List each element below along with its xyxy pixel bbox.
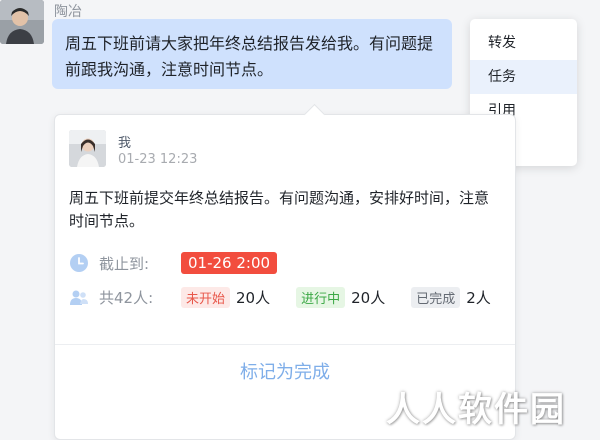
watermark: 人人软件园 <box>386 390 566 430</box>
assignees-row: 共42人: 未开始 20人 进行中 20人 已完成 2人 <box>69 287 491 308</box>
sender-name: 陶冶 <box>54 4 82 20</box>
task-creator-name: 我 <box>118 136 132 151</box>
deadline-row: 截止到: 01-26 2:00 <box>69 252 278 274</box>
task-timestamp: 01-23 12:23 <box>118 152 198 167</box>
status-completed[interactable]: 已完成 <box>411 287 461 308</box>
status-in-progress[interactable]: 进行中 <box>296 287 346 308</box>
menu-item-task[interactable]: 任务 <box>470 60 577 94</box>
count-not-started: 20人 <box>236 289 271 307</box>
status-not-started[interactable]: 未开始 <box>181 287 231 308</box>
assignees-label: 共42人: <box>99 289 154 307</box>
task-creator-avatar[interactable] <box>69 130 106 167</box>
count-completed: 2人 <box>466 289 491 307</box>
clock-icon <box>69 253 89 273</box>
sender-avatar[interactable] <box>0 0 44 44</box>
message-text: 周五下班前请大家把年终总结报告发给我。有问题提前跟我沟通，注意时间节点。 <box>65 34 434 79</box>
message-bubble[interactable]: 周五下班前请大家把年终总结报告发给我。有问题提前跟我沟通，注意时间节点。 <box>52 19 452 89</box>
card-pointer-arrow <box>303 103 326 126</box>
people-icon <box>69 288 89 308</box>
count-in-progress: 20人 <box>351 289 386 307</box>
menu-item-forward[interactable]: 转发 <box>470 26 577 60</box>
deadline-badge[interactable]: 01-26 2:00 <box>181 252 278 274</box>
task-description: 周五下班前提交年终总结报告。有问题沟通，安排好时间，注意时间节点。 <box>69 189 490 230</box>
deadline-label: 截止到: <box>99 254 150 273</box>
